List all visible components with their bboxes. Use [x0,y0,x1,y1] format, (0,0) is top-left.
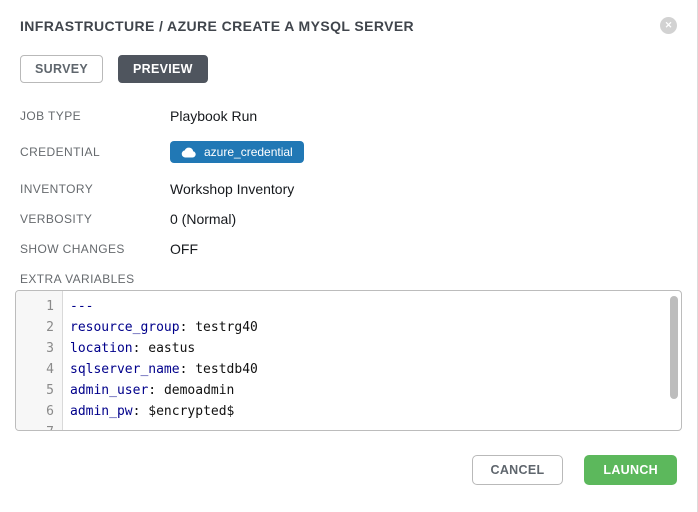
credential-name: azure_credential [204,145,293,159]
cancel-button[interactable]: CANCEL [472,455,564,485]
yaml-line: location: eastus [70,338,681,359]
yaml-line: admin_user: demoadmin [70,380,681,401]
job-type-value: Playbook Run [170,108,257,124]
tab-bar: SURVEY PREVIEW [20,55,677,83]
verbosity-value: 0 (Normal) [170,211,236,227]
yaml-line: admin_pw: $encrypted$ [70,401,681,422]
job-launch-preview-dialog: INFRASTRUCTURE / AZURE CREATE A MYSQL SE… [0,0,697,485]
detail-row-credential: CREDENTIAL azure_credential [20,131,677,173]
close-x-glyph: ✕ [665,20,673,30]
cloud-icon [181,147,196,158]
editor-scrollbar[interactable] [670,296,678,399]
line-number: 1 [16,296,62,317]
credential-badge: azure_credential [170,141,304,163]
detail-row-job-type: JOB TYPE Playbook Run [20,101,677,131]
editor-line-number-gutter: 1 2 3 4 5 6 7 [16,291,63,430]
line-number: 3 [16,338,62,359]
tab-preview[interactable]: PREVIEW [118,55,208,83]
extra-variables-label: EXTRA VARIABLES [20,272,677,286]
line-number: 4 [16,359,62,380]
verbosity-label: VERBOSITY [20,212,170,226]
tab-survey[interactable]: SURVEY [20,55,103,83]
launch-button[interactable]: LAUNCH [584,455,677,485]
show-changes-value: OFF [170,241,198,257]
yaml-line: --- [70,296,681,317]
close-icon[interactable]: ✕ [660,17,677,34]
inventory-label: INVENTORY [20,182,170,196]
job-type-label: JOB TYPE [20,109,170,123]
line-number: 6 [16,401,62,422]
page-title: INFRASTRUCTURE / AZURE CREATE A MYSQL SE… [20,18,414,34]
extra-variables-editor[interactable]: 1 2 3 4 5 6 7 --- resource_group: testrg… [15,290,682,431]
detail-row-inventory: INVENTORY Workshop Inventory [20,173,677,204]
line-number: 5 [16,380,62,401]
show-changes-label: SHOW CHANGES [20,242,170,256]
detail-row-verbosity: VERBOSITY 0 (Normal) [20,204,677,234]
line-number: 7 [16,422,62,431]
editor-code-area: --- resource_group: testrg40 location: e… [63,291,681,430]
yaml-line: sqlserver_name: testdb40 [70,359,681,380]
yaml-line: resource_group: testrg40 [70,317,681,338]
dialog-footer: CANCEL LAUNCH [20,455,677,485]
credential-label: CREDENTIAL [20,145,170,159]
detail-row-show-changes: SHOW CHANGES OFF [20,234,677,264]
dialog-header: INFRASTRUCTURE / AZURE CREATE A MYSQL SE… [20,0,677,34]
yaml-line [70,422,681,431]
inventory-value: Workshop Inventory [170,181,294,197]
line-number: 2 [16,317,62,338]
job-details: JOB TYPE Playbook Run CREDENTIAL azure_c… [20,101,677,264]
